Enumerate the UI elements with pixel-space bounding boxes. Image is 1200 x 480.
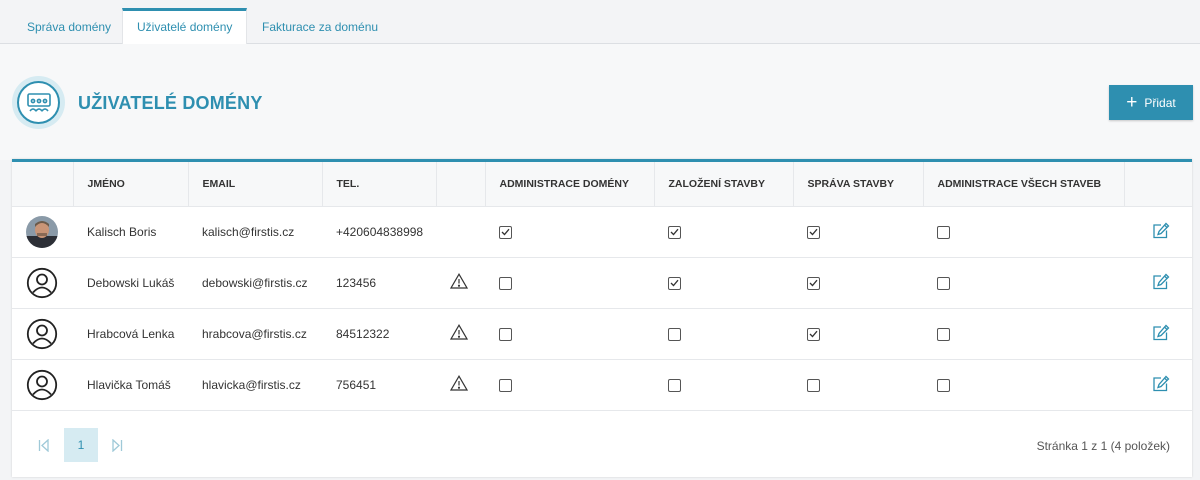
col-actions [1124,162,1192,207]
avatar [26,267,58,299]
user-name: Hrabcová Lenka [87,326,175,341]
col-admin-domain[interactable]: ADMINISTRACE DOMÉNY [485,162,655,207]
pagination: 1 Stránka 1 z 1 (4 položek) [12,412,1192,480]
tab-bar: Správa domény Uživatelé domény Fakturace… [0,0,1200,45]
page-title: UŽIVATELÉ DOMÉNY [78,93,263,113]
create-build-checkbox[interactable] [668,225,681,239]
col-name[interactable]: JMÉNO [73,162,189,207]
admin-domain-checkbox[interactable] [499,225,512,239]
manage-build-checkbox[interactable] [807,378,820,392]
edit-icon[interactable] [1152,324,1170,344]
first-page-icon[interactable] [38,438,50,457]
admin-all-checkbox[interactable] [937,327,950,341]
avatar [26,369,58,401]
users-table: JMÉNO EMAIL TEL. ADMINISTRACE DOMÉNY ZAL… [12,162,1192,411]
warning-icon [449,375,469,394]
user-email: hlavicka@firstis.cz [202,377,301,392]
plus-icon: + [1126,91,1138,113]
col-create-build[interactable]: ZALOŽENÍ STAVBY [654,162,794,207]
user-tel: 84512322 [336,326,390,341]
page-header: UŽIVATELÉ DOMÉNY + Přidat [0,44,1200,160]
users-icon [12,76,65,129]
tab-domain-management[interactable]: Správa domény [13,8,125,44]
user-tel: 756451 [336,377,377,392]
user-email: kalisch@firstis.cz [202,224,295,239]
col-warning [436,162,486,207]
tab-domain-billing[interactable]: Fakturace za doménu [248,8,392,44]
col-manage-build[interactable]: SPRÁVA STAVBY [793,162,924,207]
table-row[interactable]: Kalisch Boris kalisch@firstis.cz +42060483… [12,206,1192,257]
user-tel: +420604838998 [336,224,424,239]
page-info: Stránka 1 z 1 (4 položek) [1036,439,1170,453]
warning-icon [449,273,469,292]
admin-domain-checkbox[interactable] [499,276,512,290]
table-row[interactable]: Hrabcová Lenka hrabcova@firstis.cz 8451232… [12,308,1192,359]
admin-all-checkbox[interactable] [937,276,950,290]
user-name: Debowski Lukáš [87,275,175,290]
manage-build-checkbox[interactable] [807,276,820,290]
edit-icon[interactable] [1152,222,1170,242]
col-avatar [12,162,74,207]
edit-icon[interactable] [1152,375,1170,395]
user-name: Kalisch Boris [87,224,157,239]
admin-domain-checkbox[interactable] [499,378,512,392]
col-admin-all[interactable]: ADMINISTRACE VŠECH STAVEB [923,162,1125,207]
user-email: debowski@firstis.cz [202,275,308,290]
add-user-button[interactable]: + Přidat [1109,85,1193,120]
add-button-label: Přidat [1144,95,1176,110]
create-build-checkbox[interactable] [668,276,681,290]
create-build-checkbox[interactable] [668,327,681,341]
admin-domain-checkbox[interactable] [499,327,512,341]
page-number-button[interactable]: 1 [64,428,98,462]
create-build-checkbox[interactable] [668,378,681,392]
manage-build-checkbox[interactable] [807,327,820,341]
admin-all-checkbox[interactable] [937,378,950,392]
col-email[interactable]: EMAIL [188,162,323,207]
avatar [26,318,58,350]
table-row[interactable]: Debowski Lukáš debowski@firstis.cz 123456 [12,257,1192,308]
col-tel[interactable]: TEL. [322,162,437,207]
last-page-icon[interactable] [111,438,123,457]
manage-build-checkbox[interactable] [807,225,820,239]
user-tel: 123456 [336,275,377,290]
users-table-card: JMÉNO EMAIL TEL. ADMINISTRACE DOMÉNY ZAL… [12,159,1192,477]
avatar [26,215,58,248]
table-header-row: JMÉNO EMAIL TEL. ADMINISTRACE DOMÉNY ZAL… [12,162,1192,207]
user-email: hrabcova@firstis.cz [202,326,307,341]
warning-icon [449,324,469,343]
table-row[interactable]: Hlavička Tomáš hlavicka@firstis.cz 756451 [12,359,1192,410]
tab-domain-users[interactable]: Uživatelé domény [122,8,248,45]
user-name: Hlavička Tomáš [87,377,171,392]
admin-all-checkbox[interactable] [937,225,950,239]
edit-icon[interactable] [1152,273,1170,293]
